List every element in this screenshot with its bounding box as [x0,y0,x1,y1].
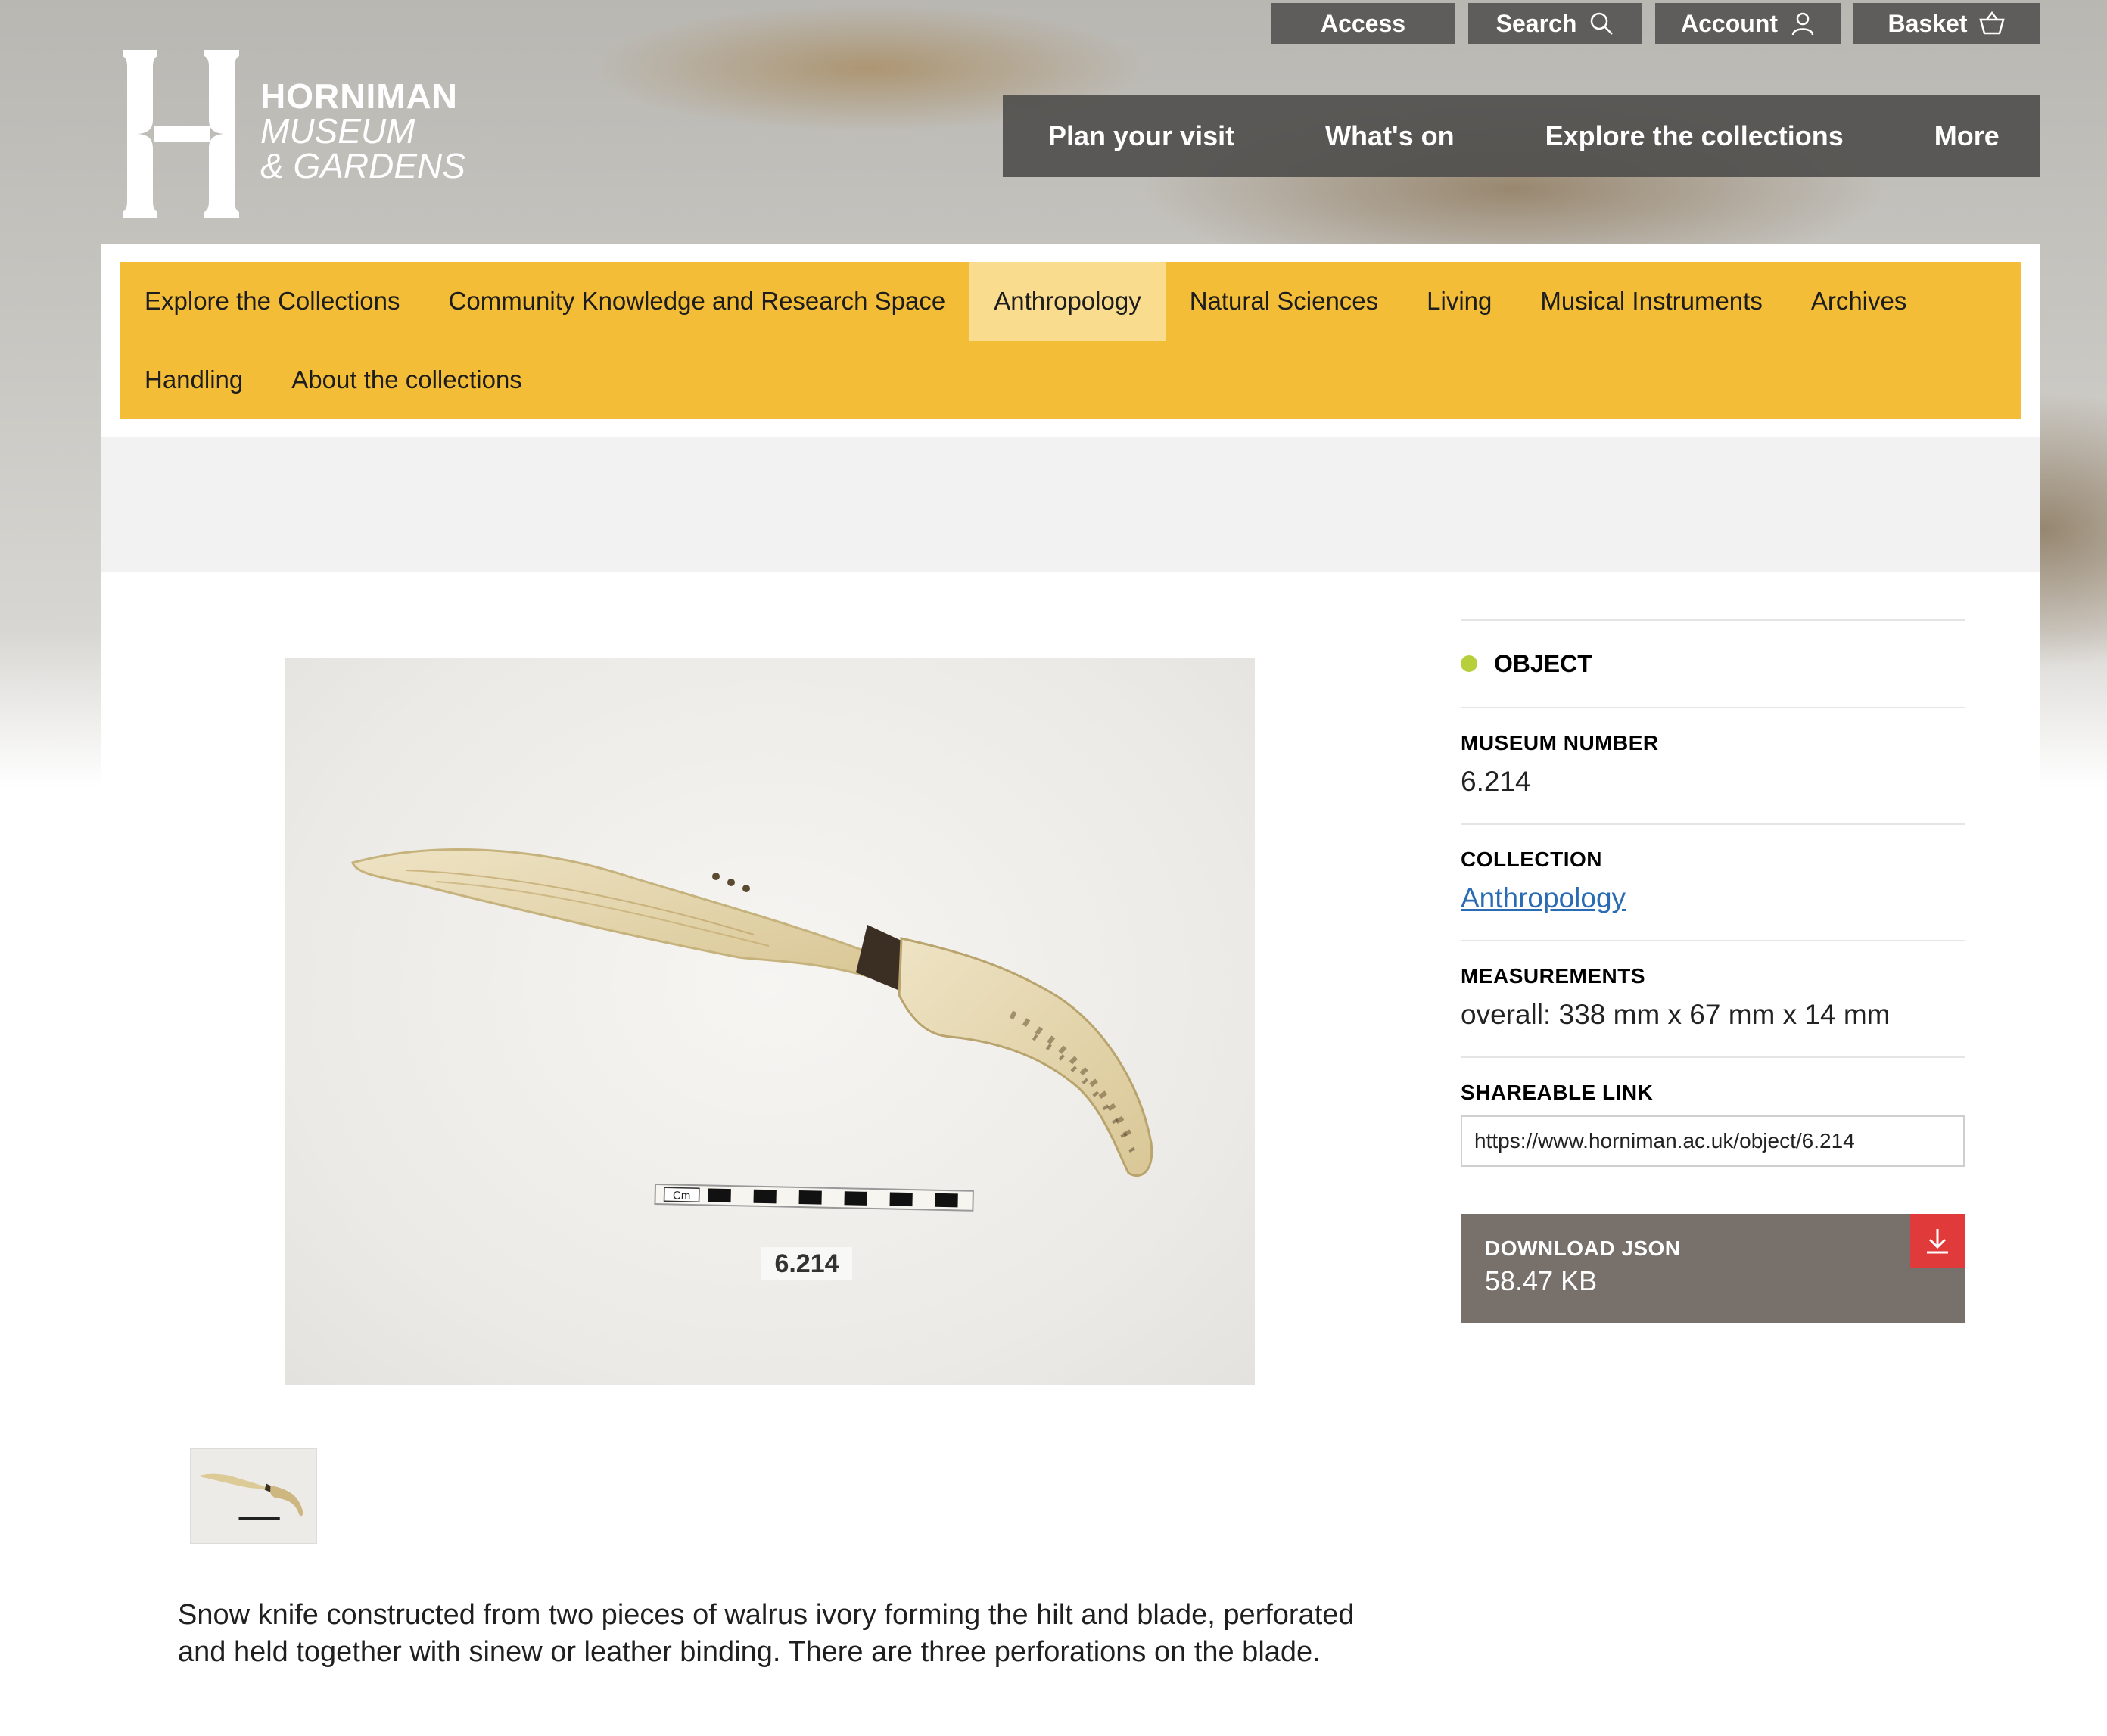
nav-more[interactable]: More [1889,114,2045,159]
shareable-link-input[interactable]: https://www.horniman.ac.uk/object/6.214 [1461,1115,1965,1167]
breadcrumb-band [101,437,2040,572]
logo-line-1: HORNIMAN [260,76,458,116]
nav-explore-the-collections[interactable]: Explore the collections [1500,114,1889,159]
logo-line-2: MUSEUM [260,111,415,151]
measurements-label: MEASUREMENTS [1461,964,1646,988]
subnav-living[interactable]: Living [1402,262,1516,341]
museum-number-value: 6.214 [1461,766,1531,797]
subnav-handling[interactable]: Handling [120,341,267,419]
object-description: Snow knife constructed from two pieces o… [178,1599,1355,1668]
horniman-logo[interactable]: HORNIMAN MUSEUM & GARDENS [101,47,480,221]
search-label: Search [1495,9,1577,37]
nav-whats-on[interactable]: What's on [1280,114,1500,159]
object-thumbnail[interactable] [190,1448,317,1544]
measurements-value: overall: 338 mm x 67 mm x 14 mm [1461,999,1891,1030]
thumbnail-knife-illustration [199,1473,303,1520]
basket-icon [1979,11,2006,35]
access-link[interactable]: Access [1271,3,1455,44]
subnav-natural-sciences[interactable]: Natural Sciences [1166,262,1402,341]
shareable-link-field: SHAREABLE LINK https://www.horniman.ac.u… [1461,1058,1965,1167]
shareable-link-label: SHAREABLE LINK [1461,1081,1654,1104]
download-icon [1910,1214,1965,1268]
subnav-anthropology[interactable]: Anthropology [969,262,1166,341]
subnav-row-1: Explore the Collections Community Knowle… [120,262,1931,341]
download-json-button[interactable]: DOWNLOAD JSON 58.47 KB [1461,1214,1965,1323]
subnav-community-knowledge[interactable]: Community Knowledge and Research Space [425,262,970,341]
snow-knife-illustration: Cm 6.214 [351,848,1153,1280]
collection-field: COLLECTION Anthropology [1461,825,1965,940]
account-label: Account [1681,9,1778,37]
search-link[interactable]: Search [1468,3,1642,44]
collection-label: COLLECTION [1461,848,1602,871]
logo-line-3: & GARDENS [260,146,465,185]
access-label: Access [1320,9,1406,37]
collections-subnav: Explore the Collections Community Knowle… [120,262,2021,419]
object-type-row: OBJECT [1461,621,1965,707]
museum-number-label: MUSEUM NUMBER [1461,731,1659,754]
image-number-label: 6.214 [774,1249,839,1278]
user-icon [1791,12,1814,36]
subnav-explore-the-collections[interactable]: Explore the Collections [120,262,425,341]
nav-plan-your-visit[interactable]: Plan your visit [1003,114,1280,159]
main-navigation: Plan your visit What's on Explore the co… [1003,95,2040,177]
logo-h-mark [123,50,239,218]
logo-text: HORNIMAN MUSEUM & GARDENS [260,79,465,183]
download-json-size: 58.47 KB [1485,1265,1598,1296]
download-json-label: DOWNLOAD JSON [1485,1237,1681,1260]
object-details-sidebar: OBJECT MUSEUM NUMBER 6.214 COLLECTION An… [1461,619,1965,1323]
scale-bar: Cm [654,1183,974,1212]
subnav-row-2: Handling About the collections [120,341,546,419]
scale-label: Cm [673,1189,691,1202]
basket-link[interactable]: Basket [1853,3,2040,44]
measurements-field: MEASUREMENTS overall: 338 mm x 67 mm x 1… [1461,941,1965,1056]
object-type-label: OBJECT [1494,649,1592,677]
museum-number-field: MUSEUM NUMBER 6.214 [1461,708,1965,823]
search-icon [1591,12,1614,35]
subnav-musical-instruments[interactable]: Musical Instruments [1516,262,1786,341]
object-type-dot [1461,655,1477,672]
object-main-image[interactable]: Cm 6.214 [285,658,1255,1385]
content-panel: Explore the Collections Community Knowle… [101,244,2040,1736]
subnav-about-the-collections[interactable]: About the collections [267,341,546,419]
collection-link[interactable]: Anthropology [1461,882,1965,914]
basket-label: Basket [1888,9,1968,37]
account-link[interactable]: Account [1655,3,1841,44]
subnav-archives[interactable]: Archives [1787,262,1931,341]
